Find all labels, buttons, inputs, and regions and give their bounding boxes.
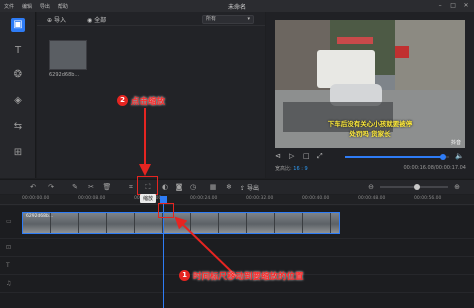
annotation-arrows [139,108,237,277]
step-2-badge: 2 [117,95,128,106]
zoom-tooltip: 缩放 [140,194,157,203]
step-1-note: 时间标尺移动到要缩放的位置 [193,272,304,282]
arrow-to-playhead [174,216,237,277]
step-1-badge: 1 [179,270,190,281]
step-2-note: 点击缩放 [131,97,166,107]
